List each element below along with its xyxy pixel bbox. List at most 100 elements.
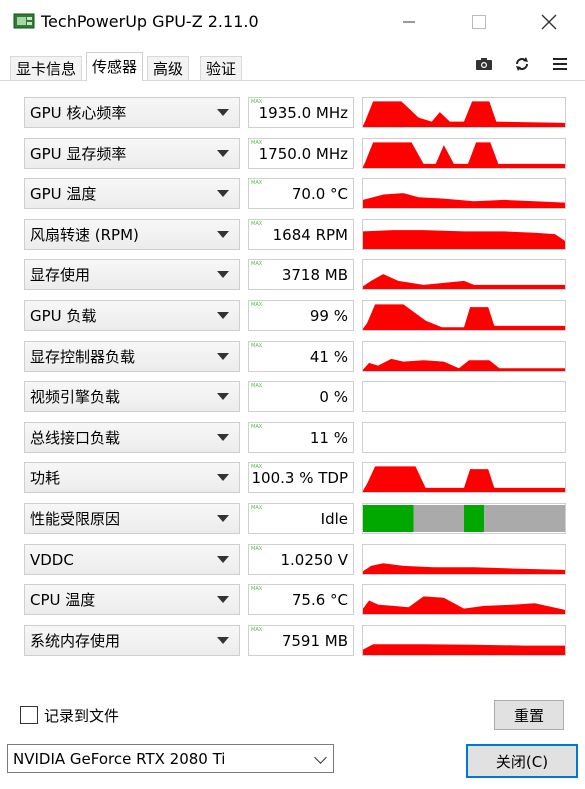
perfcap-segment <box>464 505 485 532</box>
sensor-selector[interactable]: GPU 显存频率 <box>24 138 240 169</box>
menu-icon[interactable] <box>549 54 571 74</box>
close-icon[interactable] <box>525 0 573 44</box>
sensor-value-box: MAX 70.0 °C <box>248 178 354 209</box>
tab-graphics-card[interactable]: 显卡信息 <box>10 56 83 80</box>
sensor-label: VDDC <box>30 550 74 569</box>
sensor-selector[interactable]: 性能受限原因 <box>24 503 240 534</box>
tab-advanced[interactable]: 高级 <box>147 56 190 80</box>
max-indicator: MAX <box>251 302 263 308</box>
refresh-icon[interactable] <box>511 54 533 74</box>
camera-icon[interactable] <box>473 54 495 74</box>
sensor-label: 风扇转速 (RPM) <box>30 226 139 244</box>
minimize-icon[interactable] <box>385 0 433 44</box>
sensor-label: 显存控制器负载 <box>30 348 136 366</box>
sensor-graph <box>362 503 566 534</box>
maximize-icon[interactable] <box>455 0 503 44</box>
max-indicator: MAX <box>251 383 263 389</box>
dropdown-arrow-icon[interactable] <box>217 515 229 522</box>
graph-area <box>363 466 565 492</box>
sensor-selector[interactable]: 显存控制器负载 <box>24 341 240 372</box>
sensor-value-box: MAX 100.3 % TDP <box>248 462 354 493</box>
max-indicator: MAX <box>251 343 263 349</box>
sensor-selector[interactable]: GPU 温度 <box>24 178 240 209</box>
dropdown-arrow-icon[interactable] <box>217 596 229 603</box>
sensor-value: 75.6 °C <box>291 590 348 609</box>
max-indicator: MAX <box>251 424 263 430</box>
perfcap-segment <box>363 505 414 532</box>
sensor-value-box: MAX 0 % <box>248 381 354 412</box>
sensor-graph <box>362 97 566 128</box>
close-button[interactable]: 关闭(C) <box>466 744 578 778</box>
sensor-label: 总线接口负载 <box>30 429 121 447</box>
sensor-value: 1.0250 V <box>280 550 348 569</box>
dropdown-arrow-icon[interactable] <box>217 474 229 481</box>
sensor-graph <box>362 625 566 656</box>
graph-area <box>363 596 565 614</box>
title-bar[interactable]: TechPowerUp GPU-Z 2.11.0 <box>0 0 585 44</box>
sensor-value: 99 % <box>309 306 348 325</box>
dropdown-arrow-icon[interactable] <box>217 637 229 644</box>
tab-label: 高级 <box>153 60 184 78</box>
sensor-value: 1750.0 MHz <box>258 144 348 163</box>
max-indicator: MAX <box>251 586 263 592</box>
gpu-select[interactable]: NVIDIA GeForce RTX 2080 Ti <box>7 744 334 773</box>
dropdown-arrow-icon[interactable] <box>217 109 229 116</box>
sensor-value: 41 % <box>309 347 348 366</box>
chevron-down-icon <box>314 751 327 764</box>
dropdown-arrow-icon[interactable] <box>217 271 229 278</box>
tab-sensors[interactable]: 传感器 <box>86 52 144 81</box>
dropdown-arrow-icon[interactable] <box>217 353 229 360</box>
tab-label: 验证 <box>206 60 237 78</box>
sensor-selector[interactable]: 功耗 <box>24 462 240 493</box>
max-indicator: MAX <box>251 221 263 227</box>
dropdown-arrow-icon[interactable] <box>217 231 229 238</box>
sensor-selector[interactable]: 视频引擎负载 <box>24 381 240 412</box>
sensor-graph <box>362 219 566 250</box>
sensor-graph <box>362 300 566 331</box>
tab-label: 显卡信息 <box>16 60 77 78</box>
graph-area <box>363 274 565 289</box>
graph-area <box>363 193 565 208</box>
sensor-selector[interactable]: VDDC <box>24 544 240 575</box>
sensor-selector[interactable]: 风扇转速 (RPM) <box>24 219 240 250</box>
max-indicator: MAX <box>251 464 263 470</box>
dropdown-arrow-icon[interactable] <box>217 393 229 400</box>
sensor-selector[interactable]: GPU 核心频率 <box>24 97 240 128</box>
sensor-selector[interactable]: 总线接口负载 <box>24 422 240 453</box>
dropdown-arrow-icon[interactable] <box>217 312 229 319</box>
graph-area <box>363 304 565 330</box>
graph-area <box>363 142 565 168</box>
sensor-graph <box>362 138 566 169</box>
sensor-value: 1935.0 MHz <box>258 103 348 122</box>
max-indicator: MAX <box>251 627 263 633</box>
dropdown-arrow-icon[interactable] <box>217 556 229 563</box>
sensor-value-box: MAX Idle <box>248 503 354 534</box>
sensor-selector[interactable]: 系统内存使用 <box>24 625 240 656</box>
sensor-graph <box>362 422 566 453</box>
sensor-graph <box>362 544 566 575</box>
max-indicator: MAX <box>251 546 263 552</box>
sensor-value-box: MAX 11 % <box>248 422 354 453</box>
sensor-graph <box>362 341 566 372</box>
log-to-file-label: 记录到文件 <box>44 707 120 725</box>
sensor-label: 显存使用 <box>30 266 91 284</box>
sensor-value: 1684 RPM <box>272 225 348 244</box>
sensor-value-box: MAX 99 % <box>248 300 354 331</box>
dropdown-arrow-icon[interactable] <box>217 150 229 157</box>
perfcap-segment <box>484 505 565 532</box>
sensor-label: GPU 温度 <box>30 185 97 203</box>
dropdown-arrow-icon[interactable] <box>217 190 229 197</box>
sensor-selector[interactable]: GPU 负载 <box>24 300 240 331</box>
gpu-z-app-icon <box>13 12 35 30</box>
tab-validation[interactable]: 验证 <box>200 56 243 80</box>
dropdown-arrow-icon[interactable] <box>217 434 229 441</box>
max-indicator: MAX <box>251 99 263 105</box>
sensor-graph <box>362 178 566 209</box>
sensor-value-box: MAX 41 % <box>248 341 354 372</box>
sensor-label: CPU 温度 <box>30 591 96 609</box>
sensor-selector[interactable]: CPU 温度 <box>24 584 240 615</box>
log-to-file-checkbox[interactable] <box>20 706 38 724</box>
sensor-selector[interactable]: 显存使用 <box>24 259 240 290</box>
sensor-label: GPU 显存频率 <box>30 145 127 163</box>
reset-button[interactable]: 重置 <box>494 700 564 730</box>
